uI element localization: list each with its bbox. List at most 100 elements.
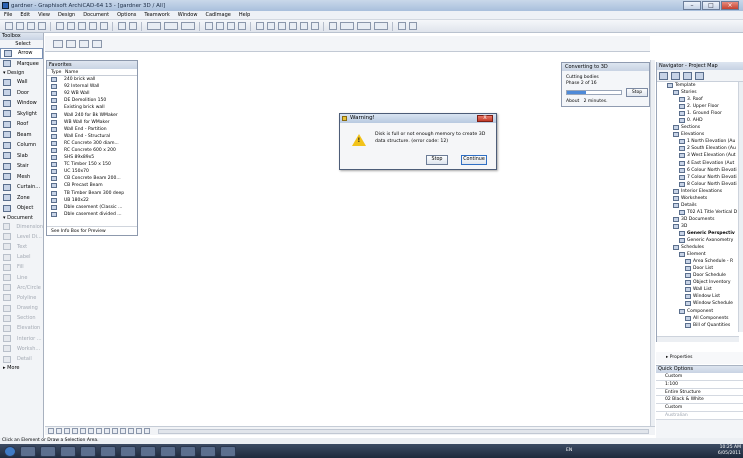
polygon-method-icon[interactable] xyxy=(79,39,89,48)
favorite-item[interactable]: Dble casement (Classic ... xyxy=(47,204,137,211)
navigator-vertical-scrollbar[interactable] xyxy=(738,82,743,332)
favorite-item[interactable]: Wall 240 for Bk WMaker xyxy=(47,111,137,118)
taskbar-explorer-icon[interactable] xyxy=(20,445,36,457)
favorite-item[interactable]: UB 180x22 xyxy=(47,197,137,204)
menu-window[interactable]: Window xyxy=(174,12,202,18)
tool-column[interactable]: Column xyxy=(0,140,43,151)
tree-item[interactable]: Window List xyxy=(657,293,739,300)
favorite-item[interactable]: Dble casement divided ... xyxy=(47,211,137,218)
quick-option-row[interactable]: 02 Black & White xyxy=(656,396,743,405)
tool-text[interactable]: Text xyxy=(0,242,43,252)
split-icon[interactable] xyxy=(288,22,297,30)
tree-item[interactable]: 0. AHD xyxy=(657,117,739,124)
tool-door[interactable]: Door xyxy=(0,88,43,99)
menu-teamwork[interactable]: Teamwork xyxy=(140,12,173,18)
tree-item[interactable]: Bill of Quantities xyxy=(657,322,739,329)
favorite-item[interactable]: TC Timber 150 x 150 xyxy=(47,161,137,168)
favorite-item[interactable]: UC 150x70 xyxy=(47,168,137,175)
align-icon[interactable] xyxy=(215,22,224,30)
orbit-icon[interactable] xyxy=(80,428,86,434)
toolbox-design-group[interactable]: ▾ Design xyxy=(0,69,43,77)
tool-object[interactable]: Object xyxy=(0,203,43,214)
tree-item[interactable]: Element xyxy=(657,251,739,258)
tool-beam[interactable]: Beam xyxy=(0,130,43,141)
tree-item[interactable]: All Components xyxy=(657,315,739,322)
archicad-app-icon[interactable] xyxy=(2,2,9,9)
trim-icon[interactable] xyxy=(204,22,213,30)
navigator-horizontal-scrollbar[interactable] xyxy=(657,336,739,342)
menu-edit[interactable]: Edit xyxy=(16,12,34,18)
menu-cadimage[interactable]: CadImage xyxy=(201,12,234,18)
taskbar-skype-icon[interactable] xyxy=(100,445,116,457)
menu-design[interactable]: Design xyxy=(54,12,79,18)
3d-view-mode-icon[interactable] xyxy=(339,22,354,30)
render-icon[interactable] xyxy=(408,22,417,30)
tool-roof[interactable]: Roof xyxy=(0,119,43,130)
tool-arc-circle[interactable]: Arc/Circle xyxy=(0,283,43,293)
view-map-icon[interactable] xyxy=(671,71,680,80)
menu-document[interactable]: Document xyxy=(79,12,113,18)
tool-level-di[interactable]: Level Di... xyxy=(0,232,43,242)
properties-toggle[interactable]: ▸ Properties xyxy=(656,352,743,364)
zoom-selection-icon[interactable] xyxy=(136,428,142,434)
redo-icon[interactable] xyxy=(99,22,108,30)
open-file-icon[interactable] xyxy=(15,22,24,30)
next-zoom-icon[interactable] xyxy=(96,428,102,434)
copy-icon[interactable] xyxy=(66,22,75,30)
menu-view[interactable]: View xyxy=(34,12,54,18)
tree-item[interactable]: 8 Colour North Elevati xyxy=(657,181,739,188)
tree-item[interactable]: 4 East Elevation (Aut xyxy=(657,160,739,167)
project-map-icon[interactable] xyxy=(659,71,668,80)
show-3d-icon[interactable] xyxy=(328,22,337,30)
tree-item[interactable]: Elevations xyxy=(657,131,739,138)
taskbar-folder-icon[interactable] xyxy=(80,445,96,457)
minimize-button[interactable]: – xyxy=(683,1,701,10)
tree-item[interactable]: Component xyxy=(657,308,739,315)
taskbar-archicad-icon[interactable] xyxy=(120,445,136,457)
tree-item[interactable]: Door List xyxy=(657,265,739,272)
tree-item[interactable]: Wall List xyxy=(657,286,739,293)
3d-explore-icon[interactable] xyxy=(397,22,406,30)
favorite-item[interactable]: Wall End - Partition xyxy=(47,126,137,133)
tree-item[interactable]: 3. Roof xyxy=(657,96,739,103)
tree-item[interactable]: 2. Upper Floor xyxy=(657,103,739,110)
tool-drawing[interactable]: Drawing xyxy=(0,303,43,313)
previous-zoom-icon[interactable] xyxy=(88,428,94,434)
quick-option-row[interactable]: Custom xyxy=(656,373,743,381)
tree-item[interactable]: Generic Axonometry xyxy=(657,237,739,244)
favorite-item[interactable]: Existing brick wall xyxy=(47,104,137,111)
favorite-item[interactable]: TB Timber Beam 300 deep xyxy=(47,190,137,197)
rectangle-method-icon[interactable] xyxy=(66,39,76,48)
quick-option-row[interactable]: Australian xyxy=(656,411,743,420)
tree-item[interactable]: Worksheets xyxy=(657,195,739,202)
distribute-icon[interactable] xyxy=(226,22,235,30)
tool-worksh[interactable]: Worksh... xyxy=(0,344,43,354)
tool-detail[interactable]: Detail xyxy=(0,354,43,364)
snap-options-icon[interactable] xyxy=(163,22,178,30)
taskbar-app-icon[interactable] xyxy=(220,445,236,457)
gravity-icon[interactable] xyxy=(180,22,195,30)
column-name[interactable]: Name xyxy=(65,69,78,75)
tool-interior[interactable]: Interior ... xyxy=(0,334,43,344)
tree-item[interactable]: 3 West Elevation (Aut xyxy=(657,152,739,159)
menu-options[interactable]: Options xyxy=(113,12,140,18)
canvas-vertical-scrollbar[interactable] xyxy=(650,60,655,426)
taskbar-paint-icon[interactable] xyxy=(160,445,176,457)
close-window-button[interactable]: × xyxy=(721,1,739,10)
favorite-item[interactable]: RC Concrete 600 x 200 xyxy=(47,147,137,154)
tool-skylight[interactable]: Skylight xyxy=(0,109,43,120)
tree-item[interactable]: Door Schedule xyxy=(657,272,739,279)
tool-zone[interactable]: Zone xyxy=(0,193,43,204)
tree-item[interactable]: 1. Ground Floor xyxy=(657,110,739,117)
undo-icon[interactable] xyxy=(88,22,97,30)
favorite-item[interactable]: 240 brick wall xyxy=(47,76,137,83)
favorite-item[interactable]: DE Demolition 150 xyxy=(47,97,137,104)
tree-item[interactable]: Details xyxy=(657,202,739,209)
tree-item[interactable]: Window Schedule xyxy=(657,300,739,307)
publisher-sets-icon[interactable] xyxy=(695,71,704,80)
group-icon[interactable] xyxy=(237,22,246,30)
layout-book-icon[interactable] xyxy=(683,71,692,80)
section-icon[interactable] xyxy=(144,428,150,434)
toolbox-more-group[interactable]: ▸ More xyxy=(0,364,43,372)
quick-option-row[interactable]: Custom xyxy=(656,404,743,412)
